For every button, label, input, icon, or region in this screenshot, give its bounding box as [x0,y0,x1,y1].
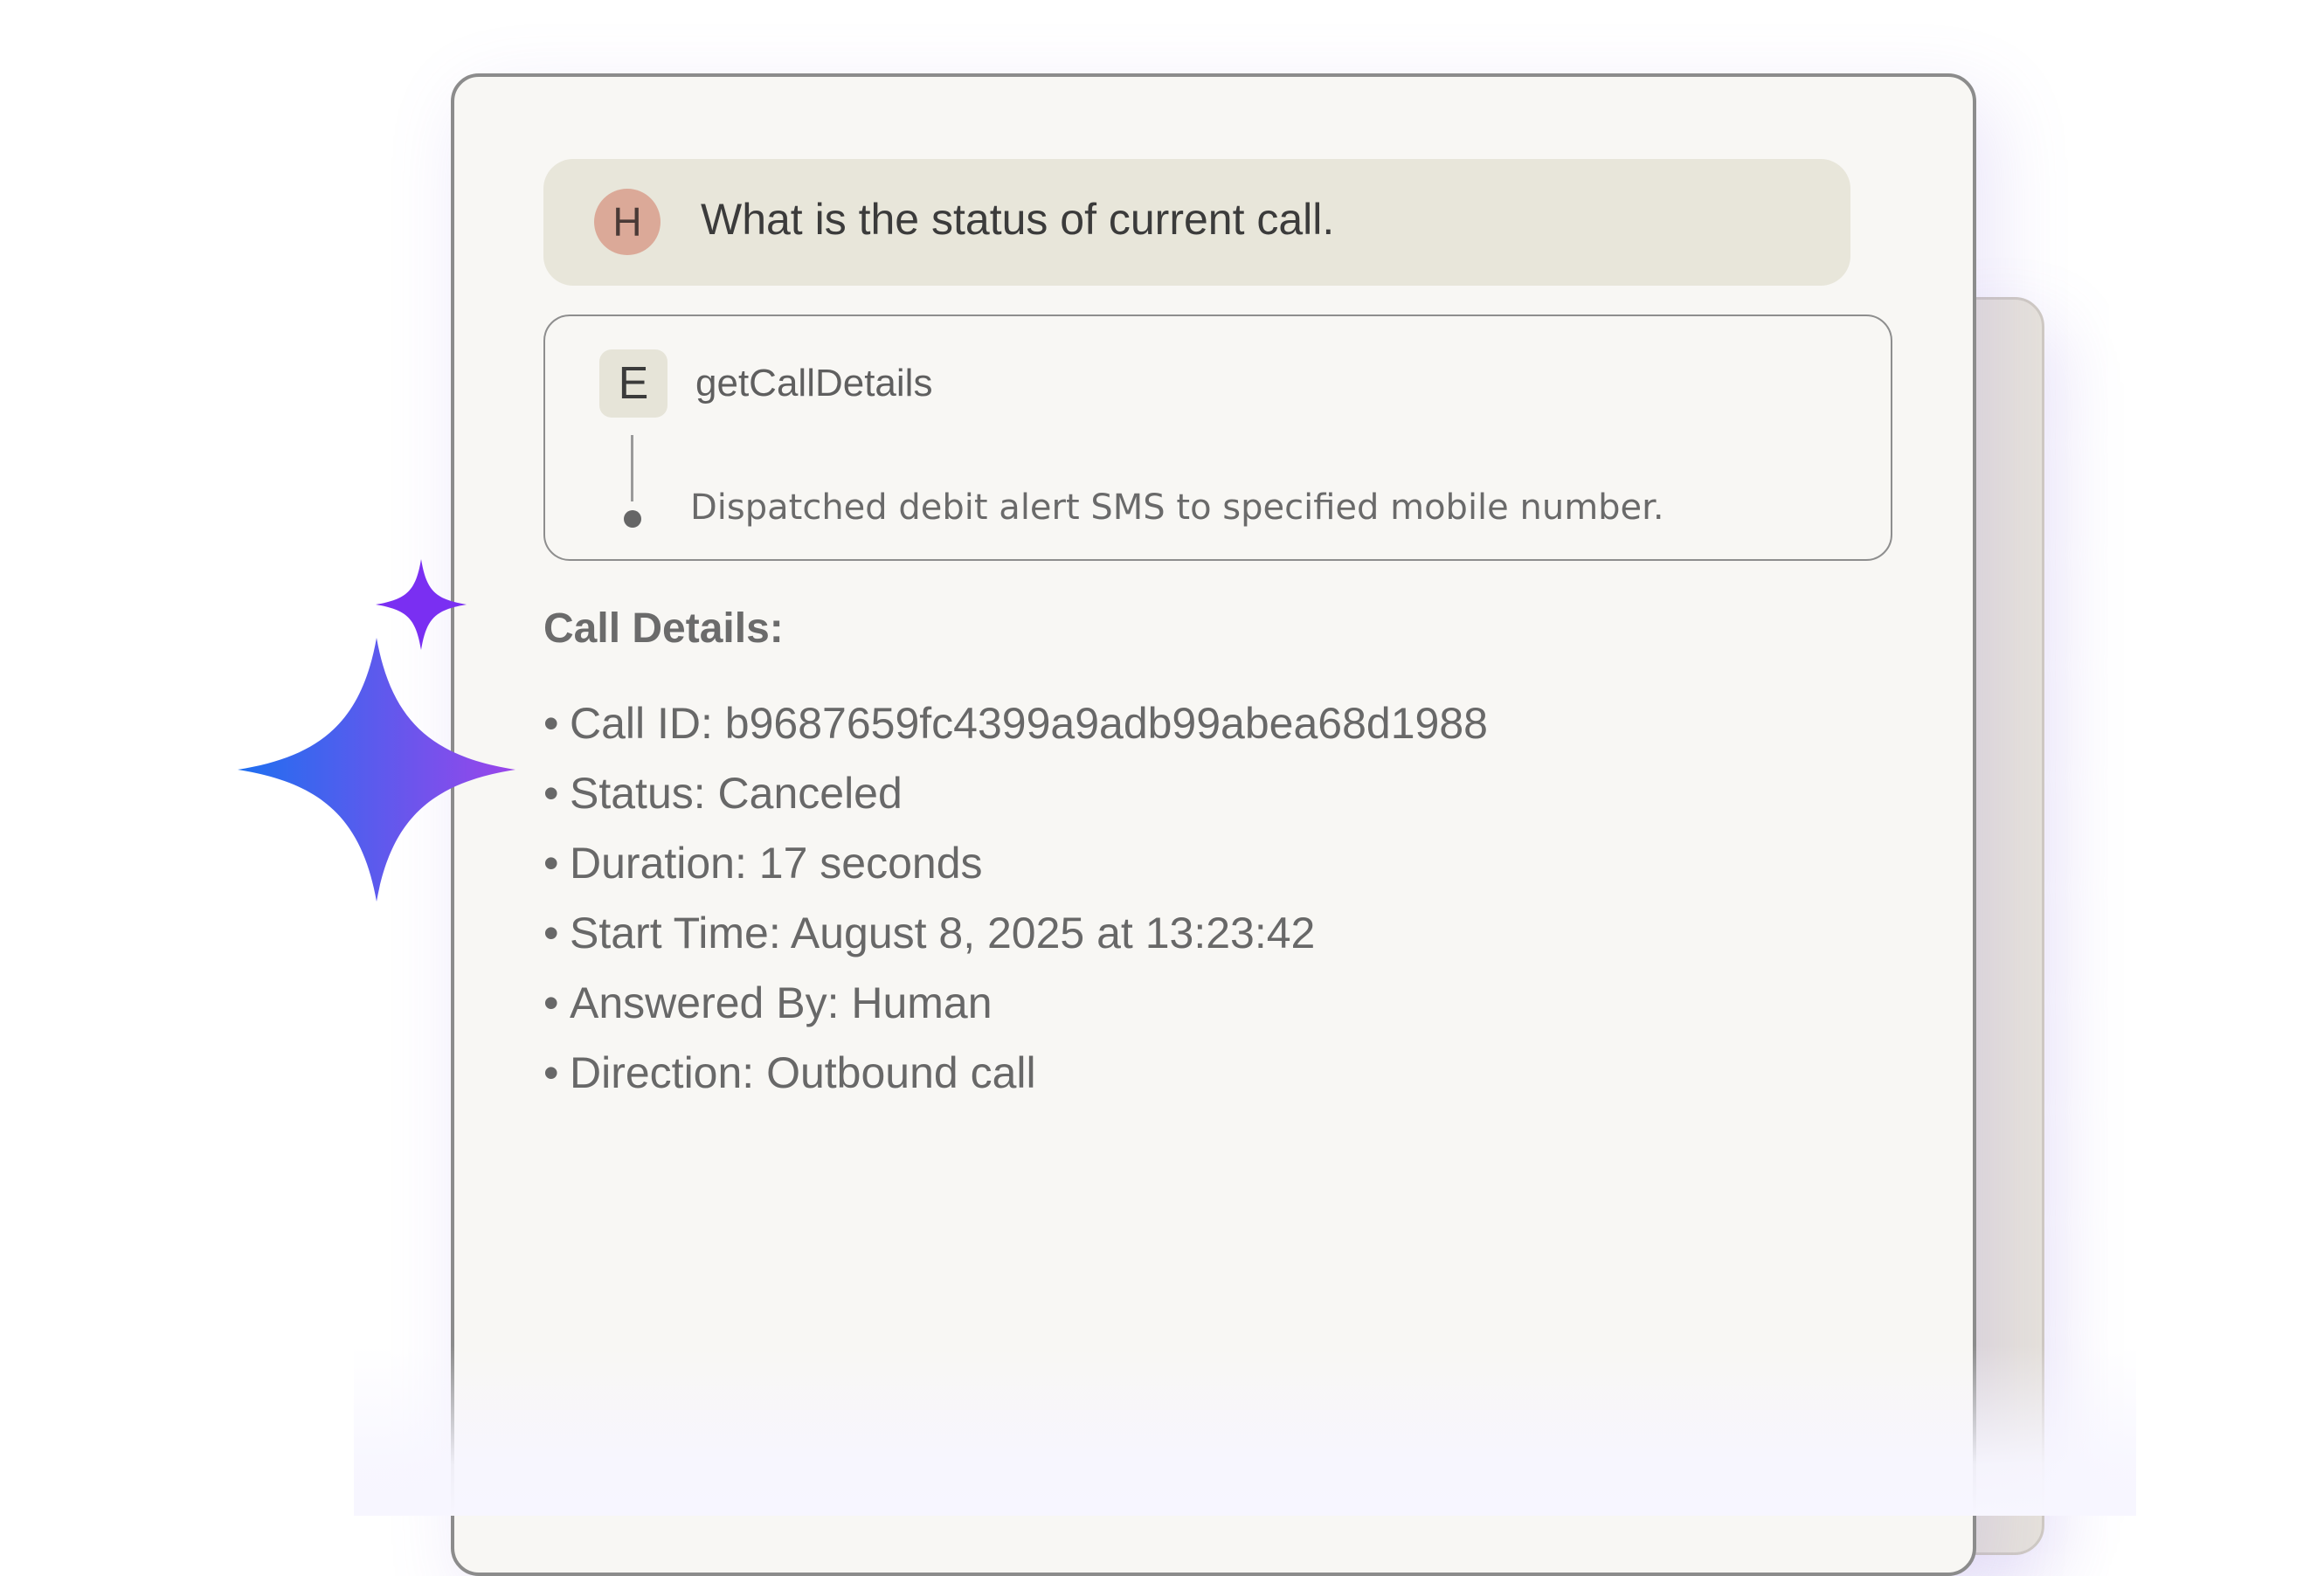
timeline-connector [631,435,633,501]
sparkle-large-icon [238,638,515,902]
tool-badge: E [599,349,667,418]
call-detail-item: Status: Canceled [543,758,1488,828]
user-avatar: H [594,189,661,255]
user-message-bubble: H What is the status of current call. [543,159,1850,286]
sparkle-small-icon [376,559,467,650]
call-details-list: Call ID: b9687659fc4399a9adb99abea68d198… [543,688,1488,1108]
timeline-dot [624,510,641,528]
tool-name: getCallDetails [695,362,933,404]
call-detail-item: Start Time: August 8, 2025 at 13:23:42 [543,898,1488,968]
chat-card: H What is the status of current call. E … [451,73,1976,1576]
call-detail-item: Answered By: Human [543,968,1488,1038]
tool-call-box: E getCallDetails Dispatched debit alert … [543,315,1892,561]
call-detail-item: Duration: 17 seconds [543,828,1488,898]
call-detail-item: Call ID: b9687659fc4399a9adb99abea68d198… [543,688,1488,758]
call-details-heading: Call Details: [543,605,784,652]
call-detail-item: Direction: Outbound call [543,1038,1488,1108]
tool-result-text: Dispatched debit alert SMS to specified … [690,487,1664,528]
user-message-text: What is the status of current call. [701,195,1335,244]
